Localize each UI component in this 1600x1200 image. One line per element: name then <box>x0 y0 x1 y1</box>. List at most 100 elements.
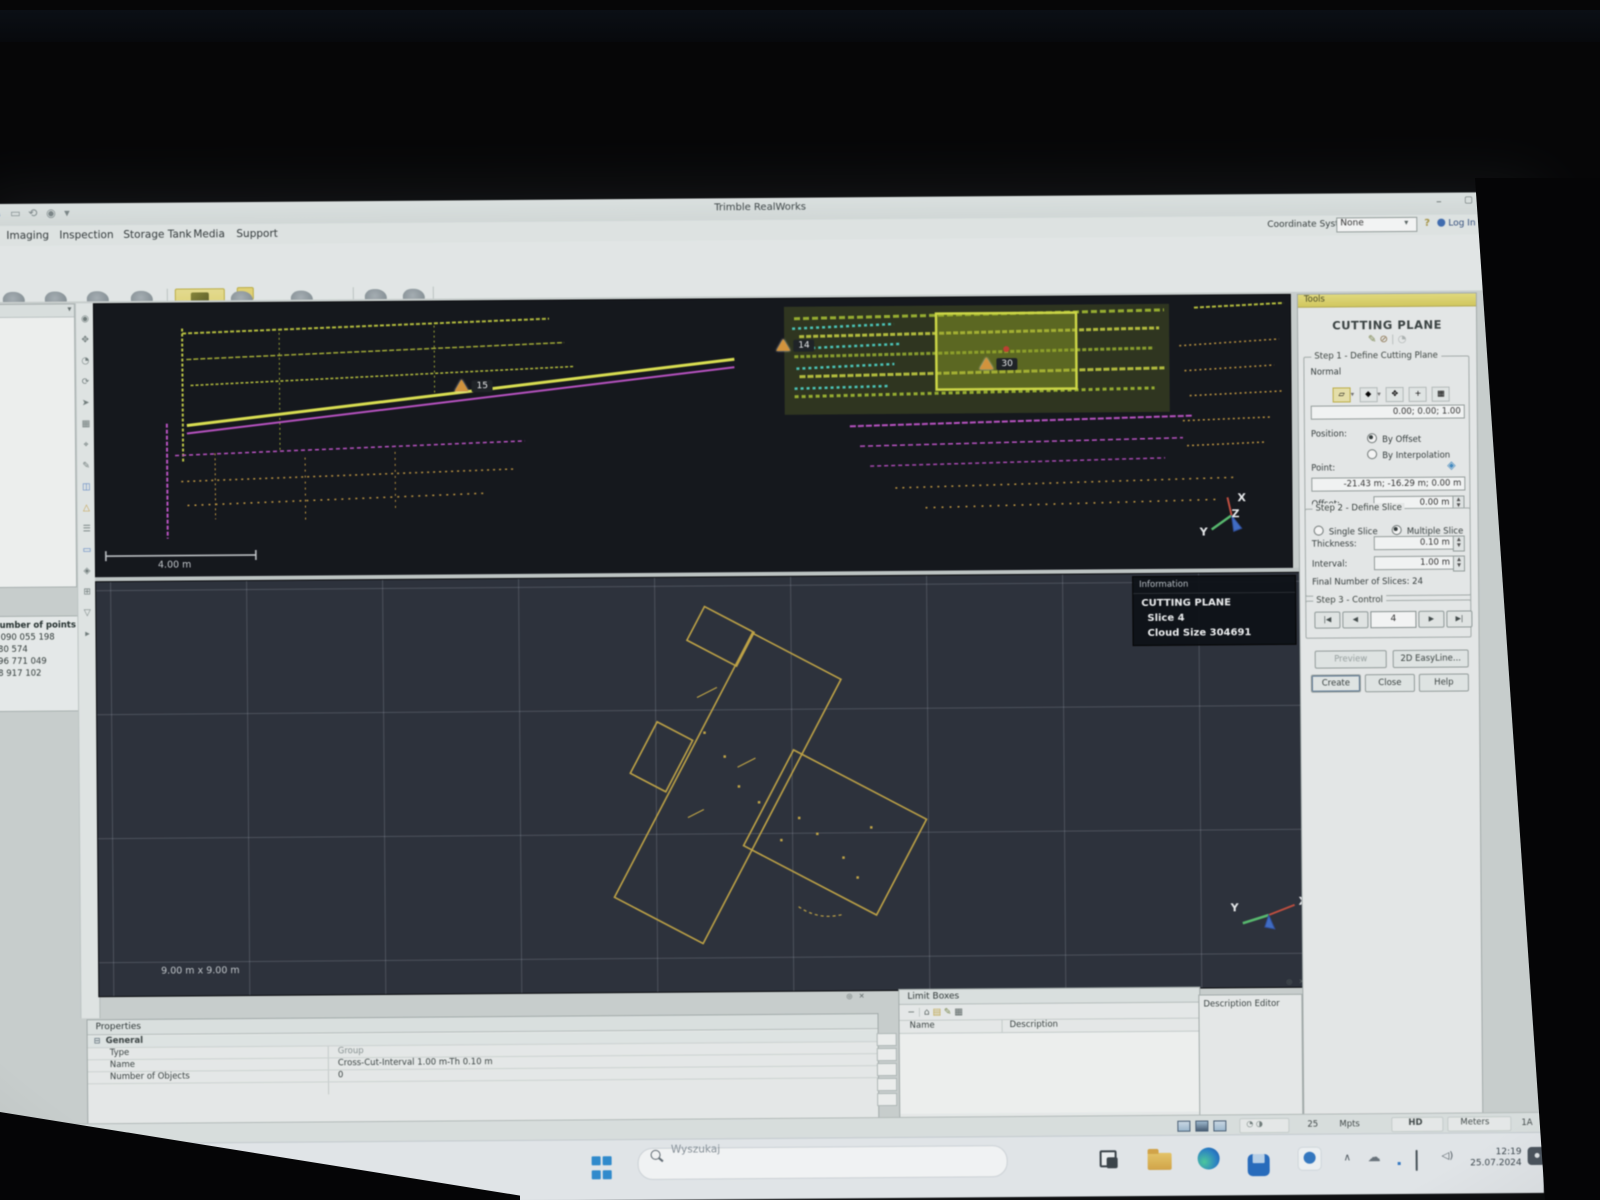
limit-boxes-list[interactable] <box>900 1032 1201 1114</box>
tab-inspection[interactable]: Inspection <box>55 228 117 242</box>
single-slice-radio[interactable]: Single Slice <box>1314 519 1378 539</box>
close-button[interactable]: Close <box>1365 674 1415 692</box>
expand-icon[interactable]: ⊟ <box>94 1036 101 1045</box>
minimize-button[interactable] <box>1436 195 1442 208</box>
limit-box-tool-icon[interactable]: ◫ <box>77 482 95 492</box>
taskbar-clock[interactable]: 12:19 25.07.2024 <box>1464 1147 1522 1169</box>
flag-tool-icon[interactable]: ⊞ <box>78 587 96 597</box>
tree-panel-header <box>0 304 74 318</box>
cloud-sync-icon[interactable]: ☁ <box>1368 1150 1381 1165</box>
collapse-icon[interactable] <box>67 304 71 313</box>
view-dock-controls[interactable]: ◎ ✕ <box>846 992 866 1000</box>
interval-input[interactable]: 1.00 m <box>1374 556 1454 571</box>
more-tools-icon[interactable]: ▸ <box>78 629 96 639</box>
last-slice-button[interactable]: ▶| <box>1446 610 1472 627</box>
home-icon[interactable]: ⌂ <box>924 1008 930 1018</box>
slice-tool-icon[interactable]: ▭ <box>78 545 96 555</box>
next-slice-button[interactable]: ▶ <box>1418 611 1444 628</box>
coordinate-select-arrow-icon[interactable] <box>1404 218 1408 227</box>
description-editor-title: Description Editor <box>1199 995 1301 1010</box>
layout-split-icon[interactable] <box>1195 1120 1212 1134</box>
marker-label: 15 <box>471 380 493 392</box>
orbit-tool-icon[interactable]: ◉ <box>76 314 94 324</box>
box-icon[interactable]: ▦ <box>954 1007 963 1017</box>
maximize-button[interactable] <box>1464 195 1473 205</box>
tab-support[interactable]: Support <box>232 227 282 241</box>
create-button[interactable]: Create <box>1311 674 1361 692</box>
by-interpolation-radio[interactable]: By Interpolation <box>1367 443 1450 463</box>
plane-fit-icon[interactable]: ✥ <box>1386 387 1404 402</box>
bottom-view-2d[interactable]: Information CUTTING PLANE Slice 4 Cloud … <box>95 572 1326 998</box>
edit-plane-icon[interactable]: ✎ <box>1368 334 1376 345</box>
units-segment[interactable]: Meters <box>1447 1116 1511 1132</box>
quality-segment[interactable]: HD <box>1391 1117 1443 1132</box>
task-view-icon[interactable] <box>1098 1148 1124 1174</box>
thickness-spinner[interactable]: ▲▼ <box>1453 535 1465 551</box>
display-cast-icon[interactable] <box>1416 1151 1418 1170</box>
chat-app-icon[interactable] <box>1298 1147 1324 1173</box>
down-tool-icon[interactable]: ▽ <box>78 608 96 618</box>
annotation-marker[interactable]: 30 <box>979 357 1018 370</box>
selector-cell[interactable] <box>877 1033 897 1046</box>
tab-imaging[interactable]: Imaging <box>2 229 53 243</box>
layout-single-icon[interactable] <box>1177 1121 1194 1135</box>
minus-icon[interactable]: − <box>907 1008 915 1018</box>
interval-spinner[interactable]: ▲▼ <box>1453 555 1465 571</box>
name-column-header[interactable]: Name <box>910 1021 935 1031</box>
point-picker-icon[interactable]: ◈ <box>1447 459 1456 472</box>
taskbar-search[interactable]: Wyszukaj <box>638 1145 1008 1180</box>
login-button[interactable]: Log In <box>1448 218 1475 228</box>
start-button[interactable] <box>592 1156 618 1182</box>
annotation-marker[interactable]: 15 <box>454 379 493 392</box>
row-selector-strip <box>877 1033 898 1105</box>
help-button[interactable]: Help <box>1419 673 1469 691</box>
point-input[interactable]: -21.43 m; -16.29 m; 0.00 m <box>1311 476 1465 491</box>
layout-quad-icon[interactable] <box>1213 1120 1230 1134</box>
grid-tool-icon[interactable]: ▦ <box>77 419 95 429</box>
plane-screen-icon[interactable]: ▦ <box>1432 387 1450 402</box>
select-tool-icon[interactable]: ➤ <box>77 398 95 408</box>
render-mode-segment[interactable]: ◔ ◑ <box>1239 1118 1289 1133</box>
normal-input[interactable]: 0.00; 0.00; 1.00 <box>1311 404 1465 419</box>
plane-pick-icon[interactable]: + <box>1409 387 1427 402</box>
description-column-header[interactable]: Description <box>1010 1020 1058 1030</box>
selector-cell[interactable] <box>877 1048 897 1061</box>
extra-mode-icon[interactable]: ◔ <box>1398 334 1407 345</box>
draw-tool-icon[interactable]: ✎ <box>77 461 95 471</box>
annotation-marker[interactable]: 14 <box>776 339 815 352</box>
position-label: Position: <box>1311 429 1347 439</box>
plane-axis-icon[interactable]: ◆ <box>1359 387 1377 402</box>
tab-media[interactable]: Media <box>189 227 229 241</box>
previous-slice-button[interactable]: ◀ <box>1342 611 1368 628</box>
edit-icon[interactable]: ✎ <box>944 1008 952 1018</box>
file-explorer-icon[interactable] <box>1148 1148 1174 1174</box>
folder-icon[interactable]: ▤ <box>932 1008 941 1018</box>
tools-tab[interactable]: Tools <box>1298 293 1476 307</box>
target-tool-icon[interactable]: ⌖ <box>77 440 95 450</box>
zoom-tool-icon[interactable]: ◔ <box>76 356 94 366</box>
disable-plane-icon[interactable]: ⊘ <box>1380 334 1388 345</box>
warning-tool-icon[interactable]: △ <box>77 503 95 513</box>
help-icon[interactable] <box>1424 218 1430 229</box>
rotate-tool-icon[interactable]: ⟳ <box>76 377 94 387</box>
selector-cell[interactable] <box>877 1063 897 1076</box>
speaker-icon[interactable]: ◁) <box>1442 1151 1454 1162</box>
measure-tool-icon[interactable]: ◈ <box>78 566 96 576</box>
tab-storage-tank[interactable]: Storage Tank <box>119 227 195 242</box>
easyline-button[interactable]: 2D EasyLine... <box>1393 649 1469 668</box>
first-slice-button[interactable]: |◀ <box>1314 611 1340 628</box>
store-app-icon[interactable] <box>1248 1147 1274 1173</box>
selector-cell[interactable] <box>877 1078 897 1091</box>
thickness-input[interactable]: 0.10 m <box>1374 536 1454 551</box>
selector-cell[interactable] <box>877 1093 897 1106</box>
edge-browser-icon[interactable] <box>1198 1147 1224 1173</box>
points-value: 296 771 049 <box>0 654 81 667</box>
top-view-3d[interactable]: 4.00 m 15 14 30 X Z Y <box>93 294 1293 579</box>
current-slice-value[interactable]: 4 <box>1370 611 1416 628</box>
tray-expand-icon[interactable]: ∧ <box>1344 1152 1351 1163</box>
points-unit-label[interactable]: Mpts <box>1339 1119 1360 1129</box>
preview-button[interactable]: Preview <box>1315 650 1387 669</box>
pan-tool-icon[interactable]: ✥ <box>76 335 94 345</box>
plane-z-icon[interactable]: ▱ <box>1333 387 1351 402</box>
layers-tool-icon[interactable]: ☰ <box>78 524 96 534</box>
